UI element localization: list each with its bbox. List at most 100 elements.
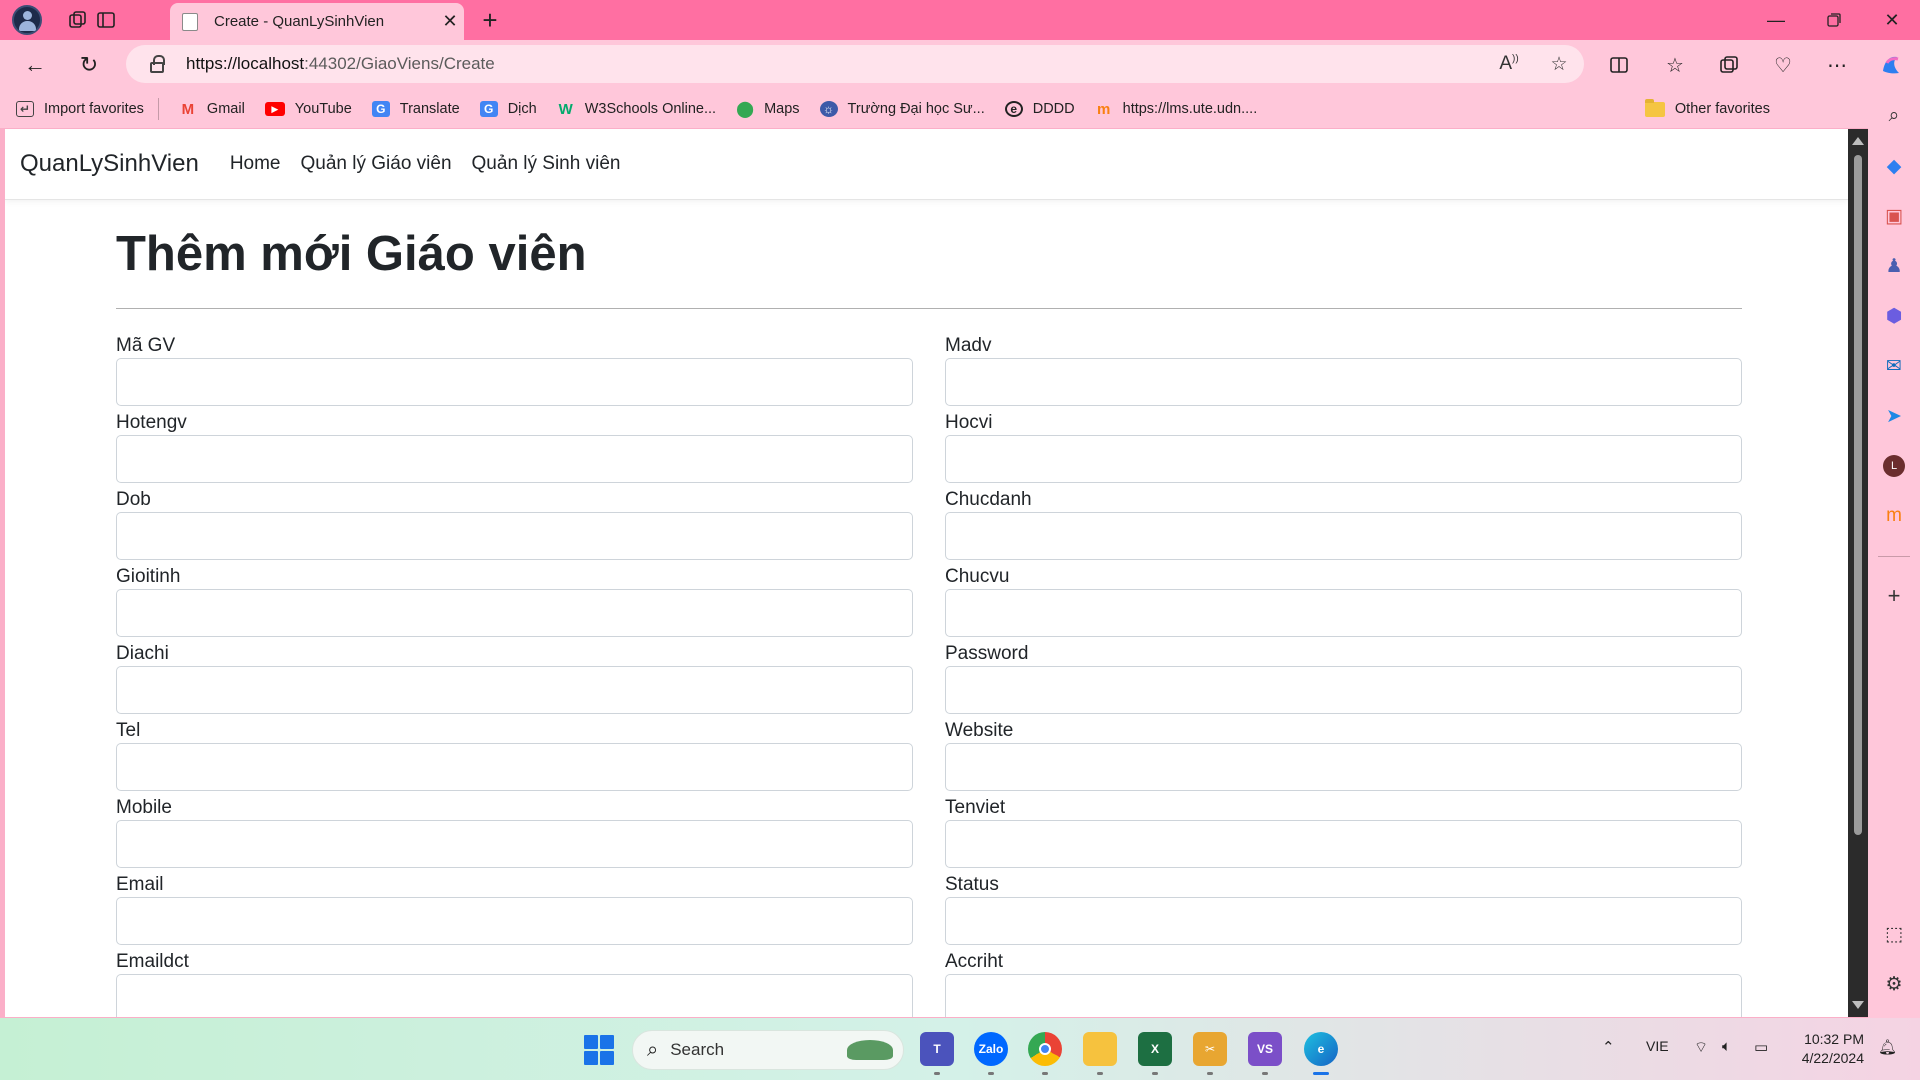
tab-active[interactable]: Create - QuanLySinhVien ✕ [170, 3, 464, 40]
search-icon[interactable]: ⌕ [1881, 104, 1907, 128]
taskbar-clock[interactable]: 10:32 PM 4/22/2024 [1788, 1030, 1864, 1068]
nav-link-students[interactable]: Quản lý Sinh viên [472, 153, 621, 175]
dob-input[interactable] [116, 512, 913, 560]
tenviet-input[interactable] [945, 820, 1742, 868]
close-window-icon[interactable]: ✕ [1864, 4, 1920, 36]
favorite-youtube[interactable]: ▶ YouTube [264, 101, 352, 117]
volume-icon[interactable]: 🔈︎ [1722, 1038, 1731, 1055]
chucvu-input[interactable] [945, 589, 1742, 637]
password-input[interactable] [945, 666, 1742, 714]
settings-gear-icon[interactable]: ⚙ [1881, 972, 1907, 996]
more-options-icon[interactable]: ⋯ [1820, 49, 1854, 81]
read-aloud-icon[interactable]: A)) [1484, 53, 1534, 75]
scroll-up-icon[interactable] [1852, 137, 1864, 145]
chucdanh-input[interactable] [945, 512, 1742, 560]
hotengv-input[interactable] [116, 435, 913, 483]
outlook-icon[interactable]: ✉ [1881, 354, 1907, 378]
field-label: Hotengv [116, 412, 187, 433]
address-bar[interactable]: https://localhost:44302/GiaoViens/Create… [126, 45, 1584, 83]
favorite-lms[interactable]: m https://lms.ute.udn.... [1095, 101, 1257, 118]
browser-essentials-icon[interactable]: ♡ [1766, 49, 1800, 81]
url-text[interactable]: https://localhost:44302/GiaoViens/Create [186, 54, 1484, 74]
add-sidebar-icon[interactable]: + [1881, 583, 1907, 608]
field-m-gv: Mã GV [116, 334, 913, 411]
favorite-import[interactable]: ↵ Import favorites [16, 101, 144, 117]
wifi-icon[interactable]: ⌔ [1694, 1038, 1708, 1057]
tools-app-icon[interactable]: ✂ [1193, 1032, 1227, 1066]
split-screen-icon[interactable] [1602, 49, 1636, 81]
maps-icon: ⬤ [736, 101, 755, 118]
field-label: Hocvi [945, 412, 993, 433]
scroll-thumb[interactable] [1854, 155, 1862, 835]
copilot-icon[interactable] [1874, 49, 1908, 81]
emaildct-input[interactable] [116, 974, 913, 1017]
microsoft-365-icon[interactable]: ⬢ [1881, 304, 1907, 328]
hocvi-input[interactable] [945, 435, 1742, 483]
minimize-icon[interactable]: — [1748, 4, 1804, 36]
favorite-maps[interactable]: ⬤ Maps [736, 101, 799, 118]
windows-start-icon[interactable] [584, 1035, 614, 1065]
workspaces-icon[interactable] [64, 6, 92, 34]
file-explorer-icon[interactable] [1083, 1032, 1117, 1066]
madv-input[interactable] [945, 358, 1742, 406]
excel-icon[interactable]: X [1138, 1032, 1172, 1066]
field-diachi: Diachi [116, 642, 913, 719]
field-label: Chucvu [945, 566, 1010, 587]
diachi-input[interactable] [116, 666, 913, 714]
site-brand-link[interactable]: QuanLySinhVien [20, 150, 199, 178]
restore-icon[interactable] [1806, 4, 1862, 36]
show-hidden-icons-icon[interactable]: ⌃ [1602, 1038, 1615, 1056]
tools-icon[interactable]: ▣ [1881, 204, 1907, 228]
other-favorites[interactable]: Other favorites [1644, 90, 1770, 128]
nav-link-teachers[interactable]: Quản lý Giáo viên [301, 153, 452, 175]
gioitinh-input[interactable] [116, 589, 913, 637]
notification-bell-icon[interactable]: 🔔︎ [1878, 1038, 1897, 1056]
m-gv-input[interactable] [116, 358, 913, 406]
games-icon[interactable]: ♟ [1881, 254, 1907, 278]
moodle-icon[interactable]: m [1881, 504, 1907, 528]
field-email: Email [116, 873, 913, 950]
favorites-icon[interactable]: ☆ [1658, 49, 1692, 81]
website-input[interactable] [945, 743, 1742, 791]
status-input[interactable] [945, 897, 1742, 945]
field-label: Mobile [116, 797, 172, 818]
profile-avatar-icon[interactable] [12, 5, 42, 35]
edge-browser-icon[interactable]: e [1304, 1032, 1338, 1066]
language-indicator[interactable]: VIE [1646, 1038, 1669, 1054]
search-highlight-icon [847, 1040, 893, 1060]
shopping-tag-icon[interactable]: ◆ [1881, 154, 1907, 178]
new-tab-icon[interactable]: + [476, 5, 504, 35]
chrome-icon[interactable] [1028, 1032, 1062, 1066]
email-input[interactable] [116, 897, 913, 945]
accriht-input[interactable] [945, 974, 1742, 1017]
back-icon[interactable]: ← [18, 49, 52, 81]
favorite-dich[interactable]: G Dịch [479, 101, 537, 117]
mobile-input[interactable] [116, 820, 913, 868]
battery-icon[interactable]: ▭ [1754, 1038, 1768, 1056]
favorite-star-icon[interactable]: ☆ [1534, 53, 1584, 76]
profile-l-icon[interactable]: L [1881, 454, 1907, 478]
folder-icon [1644, 98, 1665, 117]
taskbar-search[interactable]: ⌕ Search [632, 1030, 904, 1070]
page-scrollbar[interactable] [1848, 129, 1868, 1017]
field-mobile: Mobile [116, 796, 913, 873]
scroll-down-icon[interactable] [1852, 1001, 1864, 1009]
field-label: Password [945, 643, 1029, 664]
nav-link-home[interactable]: Home [230, 153, 281, 175]
zalo-icon[interactable]: Zalo [974, 1032, 1008, 1066]
send-icon[interactable]: ➤ [1881, 404, 1907, 428]
screenshot-icon[interactable]: ⬚ [1881, 922, 1907, 946]
favorite-university[interactable]: ☼ Trường Đại học Sư... [819, 101, 985, 117]
favorite-translate[interactable]: G Translate [371, 101, 460, 117]
visual-studio-icon[interactable]: VS [1248, 1032, 1282, 1066]
favorite-dddd[interactable]: e DDDD [1004, 101, 1075, 117]
refresh-icon[interactable]: ↻ [72, 49, 106, 81]
collections-icon[interactable] [1712, 49, 1746, 81]
lock-icon[interactable] [150, 54, 165, 73]
tab-close-icon[interactable]: ✕ [436, 11, 464, 32]
teams-icon[interactable]: T [920, 1032, 954, 1066]
favorite-gmail[interactable]: M Gmail [179, 101, 245, 118]
favorite-w3schools[interactable]: W W3Schools Online... [557, 101, 716, 118]
tel-input[interactable] [116, 743, 913, 791]
tab-actions-icon[interactable] [92, 6, 120, 34]
